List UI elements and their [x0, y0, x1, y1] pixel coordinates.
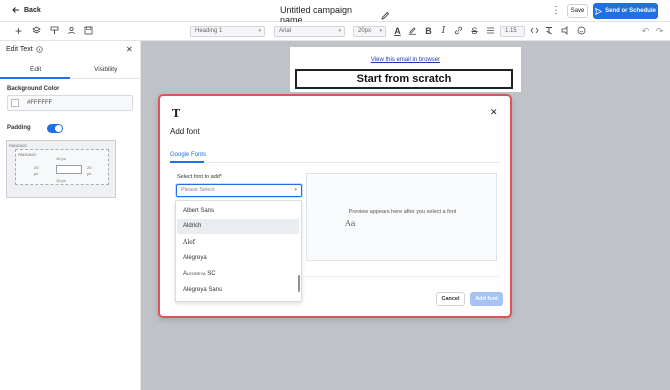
font-preview-box: Preview appears here after you select a …	[306, 173, 497, 261]
font-select-placeholder: Please Select	[181, 187, 215, 193]
code-icon[interactable]	[529, 26, 540, 37]
padding-left-unit: px	[34, 171, 39, 176]
text-icon: T	[172, 107, 181, 120]
heading-select[interactable]: Heading 1 ▾	[190, 26, 265, 37]
tab-divider	[170, 162, 500, 163]
padding-toggle[interactable]	[47, 124, 63, 133]
chevron-down-icon: ▾	[338, 28, 341, 34]
undo-icon[interactable]: ↶	[640, 26, 651, 37]
add-font-modal: T ✕ Add font Google Fonts Select font to…	[158, 94, 512, 318]
pencil-icon[interactable]	[381, 11, 390, 20]
background-color-value: #FFFFFF	[27, 100, 53, 106]
back-button[interactable]: Back	[12, 6, 41, 14]
padding-label: Padding	[7, 125, 31, 131]
font-select-value: Arial	[279, 28, 292, 34]
select-font-label: Select font to add*	[177, 174, 222, 180]
dropdown-scrollbar[interactable]	[298, 275, 300, 292]
padding-bottom-value[interactable]: 10 px	[56, 178, 66, 183]
heading-select-value: Heading 1	[195, 28, 223, 34]
send-or-schedule-button[interactable]: Send or Schedule	[593, 3, 658, 19]
padding-content-box	[56, 165, 82, 174]
padding-right-value[interactable]: 20	[87, 165, 91, 170]
font-option[interactable]: Alegreya Sans	[177, 283, 299, 298]
active-tab-indicator	[0, 77, 70, 79]
modal-title: Add font	[170, 127, 200, 136]
font-color-icon[interactable]: A	[392, 26, 403, 37]
line-height-value: 1.15	[505, 28, 517, 34]
highlight-icon[interactable]	[407, 26, 418, 37]
cancel-button[interactable]: Cancel	[436, 292, 465, 306]
chevron-down-icon: ▾	[258, 28, 261, 34]
more-options-icon[interactable]: ⋮	[551, 5, 561, 16]
background-color-field[interactable]: #FFFFFF	[7, 95, 133, 111]
layers-icon[interactable]	[31, 26, 42, 37]
font-option[interactable]: Alef	[177, 235, 299, 250]
padding-left-value[interactable]: 20	[34, 165, 38, 170]
editor-toolbar: + Heading 1 ▾ Arial ▾ 20px ▾ A B I S 1.15	[0, 22, 670, 41]
view-in-browser-link[interactable]: View this email in browser	[290, 57, 521, 63]
close-icon[interactable]: ✕	[126, 45, 133, 54]
padding-right-unit: px	[87, 171, 92, 176]
chevron-down-icon: ▾	[379, 28, 382, 34]
font-select-input[interactable]: Please Select ▾	[176, 184, 302, 197]
font-option-selected[interactable]: Aldrich	[177, 219, 299, 234]
tab-google-fonts[interactable]: Google Fonts	[170, 152, 206, 158]
add-icon[interactable]: +	[13, 25, 24, 37]
top-bar: Back Untitled campaign name ⋮ Save Send …	[0, 0, 670, 25]
tab-visibility[interactable]: Visibility	[94, 66, 117, 73]
paint-roller-icon[interactable]	[49, 26, 60, 37]
font-option[interactable]: Albert Sans	[177, 204, 299, 219]
font-size-value: 20px	[358, 28, 372, 34]
send-label: Send or Schedule	[605, 8, 656, 14]
close-icon[interactable]: ✕	[490, 107, 498, 118]
background-color-label: Background Color	[7, 86, 60, 92]
back-label: Back	[24, 6, 41, 14]
redo-icon[interactable]: ↷	[654, 26, 665, 37]
color-swatch[interactable]	[11, 99, 19, 107]
footer-divider	[303, 276, 499, 277]
strikethrough-icon[interactable]: S	[469, 26, 480, 37]
save-button[interactable]: Save	[567, 4, 588, 18]
arrow-left-icon	[12, 7, 19, 13]
line-height-icon[interactable]	[485, 26, 496, 37]
add-font-button[interactable]: Add font	[470, 292, 503, 306]
font-select[interactable]: Arial ▾	[274, 26, 345, 37]
italic-icon[interactable]: I	[438, 26, 449, 37]
send-icon	[595, 7, 603, 15]
padding-inner-header: PADDING	[18, 152, 36, 157]
email-preview: View this email in browser Start from sc…	[290, 47, 521, 92]
font-option[interactable]: Alegreya SC	[177, 267, 299, 282]
start-from-scratch-heading[interactable]: Start from scratch	[295, 69, 513, 89]
tab-edit[interactable]: Edit	[30, 66, 41, 73]
chevron-down-icon: ▾	[294, 187, 297, 193]
padding-top-value[interactable]: 10 px	[56, 156, 66, 161]
bold-icon[interactable]: B	[423, 26, 434, 37]
info-icon[interactable]	[36, 46, 43, 53]
font-size-select[interactable]: 20px ▾	[353, 26, 386, 37]
toggle-knob	[55, 125, 62, 132]
font-option[interactable]: Alegreya	[177, 251, 299, 266]
save-template-icon[interactable]	[83, 26, 94, 37]
panel-header: Edit Text	[6, 46, 43, 53]
preview-placeholder-text: Preview appears here after you select a …	[348, 209, 457, 215]
emoji-icon[interactable]	[576, 26, 587, 37]
padding-box-header: PADDING	[9, 143, 27, 148]
padding-box: PADDING PADDING 10 px 20 px 20 px 10 px	[6, 140, 116, 198]
panel-title: Edit Text	[6, 46, 33, 53]
clear-format-icon[interactable]	[544, 26, 555, 37]
padding-inner-box: PADDING 10 px 20 px 20 px 10 px	[15, 149, 109, 185]
merge-field-icon[interactable]	[560, 26, 571, 37]
active-tab-indicator	[170, 161, 204, 163]
line-height-select[interactable]: 1.15	[500, 26, 525, 37]
font-dropdown-list[interactable]: Albert Sans Aldrich Alef Alegreya Alegre…	[175, 200, 302, 302]
people-icon[interactable]	[66, 26, 77, 37]
link-icon[interactable]	[453, 26, 464, 37]
edit-text-panel: Edit Text ✕ Edit Visibility Background C…	[0, 41, 141, 390]
preview-sample: Aa	[345, 219, 356, 228]
